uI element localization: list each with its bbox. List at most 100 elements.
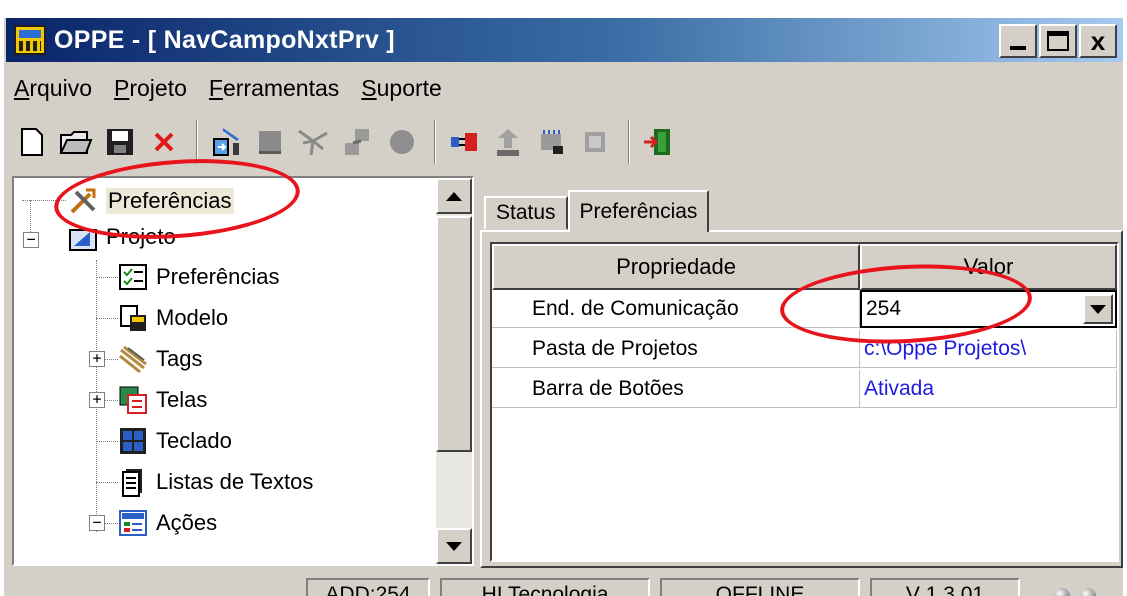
menu-bar: Arquivo Projeto Ferramentas Suporte: [6, 70, 456, 106]
property-value[interactable]: c:\Oppe Projetos\: [860, 330, 1117, 368]
tree-item-tags[interactable]: Tags: [118, 340, 202, 378]
tags-icon: [119, 345, 147, 374]
status-bar: ADD:254 HI Tecnologia OFFLINE V 1.3.01: [6, 574, 1125, 596]
collapse-toggle[interactable]: −: [89, 515, 105, 531]
tree-item-modelo[interactable]: Modelo: [118, 299, 228, 337]
title-bar[interactable]: OPPE - [ NavCampoNxtPrv ] x: [6, 18, 1123, 62]
toolbar-separator: [196, 120, 198, 164]
connect-button[interactable]: [338, 121, 378, 163]
tree-line: [96, 441, 118, 442]
tree-item-label: Modelo: [156, 305, 229, 330]
scroll-down-button[interactable]: [436, 528, 472, 564]
save-disk-icon: [107, 129, 133, 155]
tab-preferencias[interactable]: Preferências: [567, 190, 710, 232]
arrow-down-icon: [446, 541, 462, 551]
open-button[interactable]: [56, 121, 96, 163]
property-grid: Propriedade Valor End. de Comunicação 25…: [490, 242, 1119, 562]
table-row[interactable]: Pasta de Projetos c:\Oppe Projetos\: [492, 330, 1117, 370]
expand-toggle[interactable]: +: [89, 392, 105, 408]
tree-item-label: Ações: [156, 510, 218, 535]
window-controls: x: [999, 24, 1117, 58]
menu-suporte[interactable]: Suporte: [361, 75, 442, 102]
tree-scrollbar[interactable]: [436, 178, 472, 564]
exit-button[interactable]: [638, 121, 678, 163]
tree-item-label: Tags: [156, 346, 203, 371]
tree-item-listas-de-textos[interactable]: Listas de Textos: [118, 463, 313, 501]
new-file-icon: [21, 128, 43, 156]
status-company: HI Tecnologia: [440, 578, 650, 596]
send-project-icon: [213, 128, 239, 156]
project-icon: [69, 229, 97, 251]
tree-item-preferencias[interactable]: Preferências: [118, 258, 280, 296]
minimize-button[interactable]: [999, 24, 1037, 58]
status-led-icon: [1054, 588, 1070, 596]
network-button[interactable]: [294, 121, 334, 163]
tree-item-label: Telas: [156, 387, 208, 412]
maximize-icon: [1047, 31, 1069, 51]
stop-icon: [390, 130, 414, 154]
table-row[interactable]: End. de Comunicação 254: [492, 290, 1117, 330]
tree-item-teclado[interactable]: Teclado: [118, 422, 232, 460]
tree-item-telas[interactable]: Telas: [118, 381, 207, 419]
address-select[interactable]: 254: [860, 290, 1117, 328]
property-value[interactable]: Ativada: [860, 370, 1117, 408]
grid-header: Propriedade Valor: [492, 244, 1117, 290]
chip-button[interactable]: [532, 121, 572, 163]
tree-line: [96, 318, 118, 319]
exit-door-icon: [644, 129, 670, 155]
window-title: OPPE - [ NavCampoNxtPrv ]: [54, 25, 395, 54]
tab-label: Preferências: [579, 200, 698, 223]
status-version: V 1.3.01: [870, 578, 1020, 596]
plug-button[interactable]: [444, 121, 484, 163]
actions-icon: [119, 510, 147, 536]
project-tree: Preferências − Projeto Preferências Mode…: [14, 178, 434, 564]
chip-icon: [541, 130, 563, 154]
project-tree-panel: Preferências − Projeto Preferências Mode…: [12, 176, 474, 566]
close-icon: x: [1090, 25, 1106, 56]
device-icon: [585, 132, 605, 152]
tree-item-projeto[interactable]: Projeto: [68, 222, 176, 252]
menu-arquivo[interactable]: Arquivo: [14, 75, 92, 102]
block-icon: [259, 131, 281, 154]
connect-icon: [345, 129, 369, 155]
property-name: Pasta de Projetos: [492, 330, 860, 368]
menu-ferramentas[interactable]: Ferramentas: [209, 75, 339, 102]
delete-button[interactable]: [144, 121, 184, 163]
status-led-icon: [1080, 588, 1096, 596]
toolbar: [12, 114, 682, 170]
column-header-propriedade[interactable]: Propriedade: [492, 244, 860, 290]
status-connection: OFFLINE: [660, 578, 860, 596]
save-button[interactable]: [100, 121, 140, 163]
tree-item-preferencias-root[interactable]: Preferências: [68, 182, 234, 220]
toolbar-separator: [434, 120, 436, 164]
stop-button[interactable]: [382, 121, 422, 163]
tools-icon: [70, 188, 96, 214]
tree-item-acoes[interactable]: Ações: [118, 504, 217, 542]
column-header-valor[interactable]: Valor: [860, 244, 1117, 290]
device-button[interactable]: [576, 121, 616, 163]
menu-projeto[interactable]: Projeto: [114, 75, 187, 102]
scroll-up-button[interactable]: [436, 178, 472, 214]
collapse-toggle[interactable]: −: [23, 232, 39, 248]
upload-icon: [497, 129, 519, 156]
network-icon: [298, 129, 328, 156]
app-window: OPPE - [ NavCampoNxtPrv ] x Arquivo Proj…: [4, 18, 1123, 596]
scroll-thumb[interactable]: [436, 216, 472, 452]
plug-icon: [451, 133, 477, 151]
tree-item-label: Teclado: [156, 428, 232, 453]
dropdown-button[interactable]: [1083, 294, 1113, 324]
send-project-button[interactable]: [206, 121, 246, 163]
table-row[interactable]: Barra de Botões Ativada: [492, 370, 1117, 410]
tab-status[interactable]: Status: [484, 196, 568, 230]
new-button[interactable]: [12, 121, 52, 163]
block-button[interactable]: [250, 121, 290, 163]
expand-toggle[interactable]: +: [89, 351, 105, 367]
screens-icon: [119, 386, 147, 414]
upload-button[interactable]: [488, 121, 528, 163]
maximize-button[interactable]: [1039, 24, 1077, 58]
tree-item-label: Listas de Textos: [156, 469, 314, 494]
close-button[interactable]: x: [1079, 24, 1117, 58]
address-value: 254: [866, 297, 902, 320]
chevron-down-icon: [1090, 304, 1106, 314]
tree-line: [96, 277, 118, 278]
